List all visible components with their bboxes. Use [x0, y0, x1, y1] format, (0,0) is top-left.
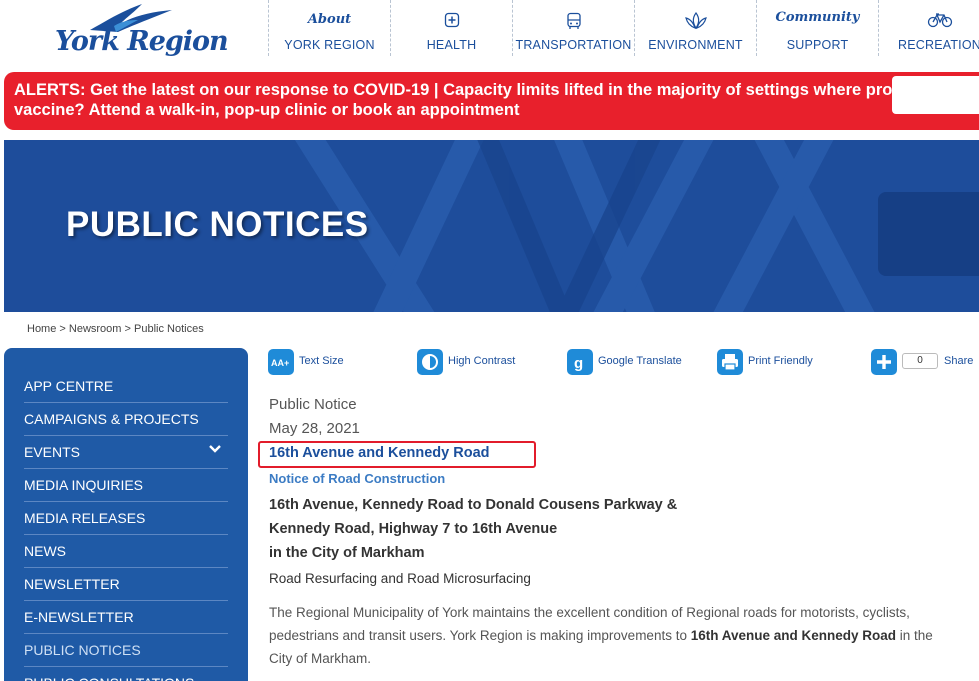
nav-community-support[interactable]: Community SUPPORT [756, 0, 878, 56]
health-icon [444, 12, 459, 28]
article-date: May 28, 2021 [269, 420, 360, 437]
breadcrumb-current: Public Notices [134, 323, 204, 335]
nav-label: HEALTH [426, 38, 477, 52]
nav-community-label: Community [775, 10, 860, 25]
location-line: Kennedy Road, Highway 7 to 16th Avenue [269, 521, 558, 537]
svg-text:g: g [574, 355, 583, 372]
printer-icon [717, 349, 743, 375]
article-work-type: Road Resurfacing and Road Microsurfacing [269, 571, 531, 586]
breadcrumb-newsroom[interactable]: Newsroom [69, 323, 122, 335]
sidebar-item-media-inquiries[interactable]: MEDIA INQUIRIES [24, 469, 228, 502]
alert-line-2: vaccine? Attend a walk-in, pop-up clinic… [14, 101, 520, 119]
sidebar-item-public-notices[interactable]: PUBLIC NOTICES [24, 634, 228, 667]
nav-label: ENVIRONMENT [648, 38, 743, 52]
alert-line-1: ALERTS: Get the latest on our response t… [14, 81, 979, 99]
main-nav: About YORK REGION HEALTH TRANSPORTATION [268, 0, 979, 60]
logo-text: York Region [55, 26, 229, 57]
covid-alert-banner[interactable]: ALERTS: Get the latest on our response t… [4, 72, 979, 130]
sidebar-item-label: EVENTS [24, 444, 81, 460]
google-translate-icon: g [567, 349, 593, 375]
article-kicker: Public Notice [269, 396, 357, 413]
contrast-icon [417, 349, 443, 375]
site-header: York Region About YORK REGION HEALTH TRA… [0, 0, 979, 66]
breadcrumb: Home > Newsroom > Public Notices [27, 323, 204, 335]
nav-transportation[interactable]: TRANSPORTATION [512, 0, 634, 56]
search-input[interactable] [892, 76, 979, 114]
breadcrumb-home[interactable]: Home [27, 323, 56, 335]
sidebar-item-public-consultations[interactable]: PUBLIC CONSULTATIONS [24, 667, 228, 681]
nav-environment[interactable]: ENVIRONMENT [634, 0, 756, 56]
svg-text:AA+: AA+ [271, 358, 289, 368]
sidebar-item-app-centre[interactable]: APP CENTRE [24, 370, 228, 403]
york-region-logo[interactable]: York Region [52, 2, 229, 58]
share-count: 0 [902, 353, 938, 369]
sidebar-item-news[interactable]: NEWS [24, 535, 228, 568]
share-label[interactable]: Share [944, 355, 973, 367]
print-friendly-label: Print Friendly [748, 355, 813, 367]
nav-about-label: About [307, 12, 352, 27]
leaf-icon [684, 12, 707, 30]
chevron-down-icon[interactable] [208, 442, 222, 456]
plus-share-icon [871, 349, 897, 375]
nav-label: SUPPORT [786, 38, 849, 52]
text-size-icon: AA+ [268, 349, 294, 375]
location-line: in the City of Markham [269, 545, 425, 561]
sidebar-nav: APP CENTRE CAMPAIGNS & PROJECTS EVENTS M… [4, 348, 248, 681]
sidebar-item-events[interactable]: EVENTS [24, 436, 228, 469]
sidebar-item-newsletter[interactable]: NEWSLETTER [24, 568, 228, 601]
body-text-part: City of Markham. [269, 651, 372, 666]
body-text-bold: 16th Avenue and Kennedy Road [690, 628, 897, 643]
nav-recreation[interactable]: RECREATION [878, 0, 979, 56]
sidebar-item-e-newsletter[interactable]: E-NEWSLETTER [24, 601, 228, 634]
location-line: 16th Avenue, Kennedy Road to Donald Cous… [269, 497, 678, 513]
nav-health[interactable]: HEALTH [390, 0, 512, 56]
bicycle-icon [927, 13, 952, 28]
sidebar-item-campaigns-projects[interactable]: CAMPAIGNS & PROJECTS [24, 403, 228, 436]
nav-label: TRANSPORTATION [515, 38, 632, 52]
high-contrast-label: High Contrast [448, 355, 516, 367]
article-headline[interactable]: 16th Avenue and Kennedy Road [269, 445, 490, 461]
article-body: The Regional Municipality of York mainta… [269, 601, 969, 670]
body-text-part: in the [896, 628, 933, 643]
page-tools-bar: AA+ Text Size High Contrast g Google Tra… [268, 347, 979, 377]
page-banner: PUBLIC NOTICES [4, 140, 979, 312]
banner-search-panel [878, 192, 979, 276]
text-size-label: Text Size [299, 355, 344, 367]
bus-icon [566, 12, 581, 29]
nav-label: YORK REGION [284, 38, 375, 52]
sidebar-item-media-releases[interactable]: MEDIA RELEASES [24, 502, 228, 535]
nav-about-york-region[interactable]: About YORK REGION [268, 0, 390, 56]
google-translate-label: Google Translate [598, 355, 682, 367]
page-title: PUBLIC NOTICES [66, 205, 369, 244]
article-subhead: Notice of Road Construction [269, 471, 446, 486]
nav-label: RECREATION [897, 38, 979, 52]
article-locations: 16th Avenue, Kennedy Road to Donald Cous… [269, 493, 677, 565]
